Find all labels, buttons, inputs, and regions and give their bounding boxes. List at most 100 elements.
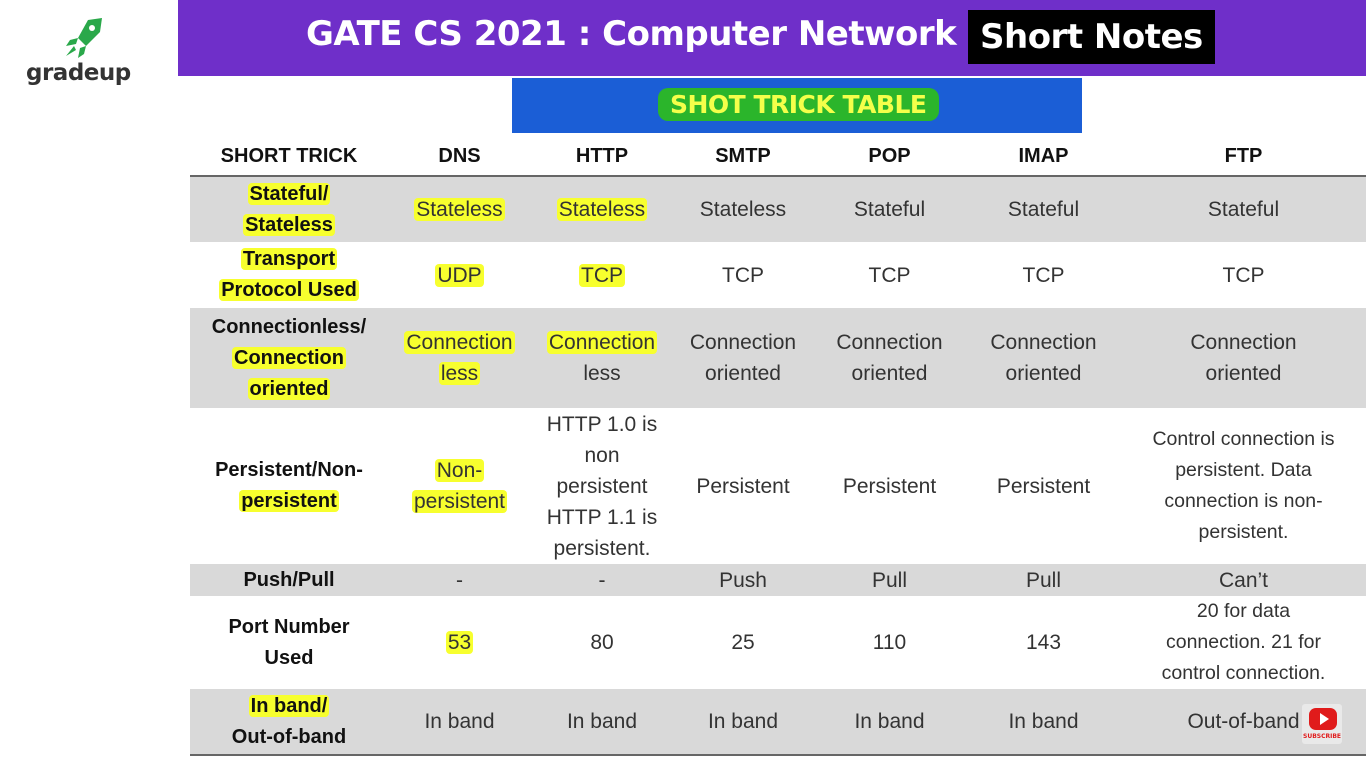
cell-text: non [584, 443, 620, 467]
cell-ftp: Connection oriented [1121, 308, 1366, 408]
cell-smtp: Persistent [673, 408, 813, 564]
cell-text: 25 [731, 631, 755, 654]
table-row: Port Number Used 53 80 25 110 143 20 for… [190, 596, 1366, 689]
cell-http: Stateless [531, 176, 673, 242]
cell-ftp: Stateful [1121, 176, 1366, 242]
short-trick-table: SHORT TRICK DNS HTTP SMTP POP IMAP FTP S… [190, 137, 1366, 756]
cell-text: Stateful [853, 198, 926, 221]
youtube-play-icon [1309, 708, 1337, 730]
cell-imap: Pull [966, 564, 1121, 596]
cell-dns: Non- persistent [388, 408, 531, 564]
cell-text: Persistent [842, 474, 937, 498]
row-label-line: Port Number [228, 615, 350, 638]
header-dns: DNS [388, 137, 531, 177]
brand-name: gradeup [26, 60, 131, 86]
cell-dns: 53 [388, 596, 531, 689]
row-label-line: Stateless [243, 213, 335, 236]
cell-pop: 110 [813, 596, 966, 689]
cell-text: TCP [579, 263, 625, 287]
cell-text: Persistent [696, 474, 790, 498]
cell-ftp: Can’t [1121, 564, 1366, 596]
cell-imap: Stateful [966, 176, 1121, 242]
table-heading: SHOT TRICK TABLE [658, 88, 939, 121]
cell-smtp: Stateless [673, 176, 813, 242]
table-row: Stateful/ Stateless Stateless Stateless … [190, 176, 1366, 242]
cell-text: TCP [722, 263, 764, 287]
cell-text: persistent. [553, 536, 651, 560]
header-pop: POP [813, 137, 966, 177]
cell-text: persistent. [1198, 521, 1289, 543]
row-label-line: Push/Pull [243, 568, 335, 591]
row-label: Connectionless/ Connection oriented [190, 308, 388, 408]
youtube-subscribe-button[interactable]: SUBSCRIBE [1302, 704, 1342, 744]
cell-text: - [456, 568, 463, 592]
cell-text: Stateful [1007, 198, 1080, 221]
cell-pop: Persistent [813, 408, 966, 564]
cell-pop: In band [813, 689, 966, 756]
cell-text: less [438, 362, 481, 385]
table-row: Connectionless/ Connection oriented Conn… [190, 308, 1366, 408]
cell-text: - [598, 568, 606, 592]
row-label-line: Transport [240, 248, 338, 270]
table-row: Persistent/Non- persistent Non- persiste… [190, 408, 1366, 564]
header-short-trick: SHORT TRICK [190, 137, 388, 177]
cell-text: 53 [445, 631, 474, 654]
cell-text: Connection [836, 331, 943, 354]
header-imap: IMAP [966, 137, 1121, 177]
cell-text: Control connection is [1152, 428, 1335, 450]
cell-dns: Connection less [388, 308, 531, 408]
cell-dns: UDP [388, 242, 531, 308]
cell-text: less [583, 362, 621, 385]
banner-badge: Short Notes [968, 10, 1215, 64]
cell-http: HTTP 1.0 is non persistent HTTP 1.1 is p… [531, 408, 673, 564]
row-label-line: Stateful/ [247, 182, 331, 205]
cell-text: TCP [1222, 263, 1265, 287]
cell-http: TCP [531, 242, 673, 308]
cell-text: In band [566, 710, 638, 733]
table-row: Transport Protocol Used UDP TCP TCP TCP … [190, 242, 1366, 308]
row-label-line: Connectionless/ [211, 315, 367, 338]
cell-text: Connection [404, 331, 515, 354]
cell-text: persistent [556, 474, 648, 498]
cell-smtp: Push [673, 564, 813, 596]
banner-title: GATE CS 2021 : Computer Network [306, 14, 957, 54]
gradeup-logo: gradeup [18, 16, 148, 96]
cell-text: In band [1008, 710, 1079, 733]
cell-text: In band [854, 710, 925, 733]
cell-text: Stateless [556, 198, 648, 221]
cell-dns: Stateless [388, 176, 531, 242]
cell-text: Stateful [1207, 198, 1280, 221]
row-label-line: In band/ [248, 694, 330, 717]
row-label: Persistent/Non- persistent [190, 408, 388, 564]
row-label-line: Protocol Used [219, 279, 359, 301]
cell-text: oriented [705, 362, 781, 385]
cell-text: In band [424, 710, 495, 733]
cell-dns: - [388, 564, 531, 596]
cell-text: connection is non- [1164, 490, 1323, 512]
row-label-line: Out-of-band [231, 725, 347, 748]
cell-text: Can’t [1218, 568, 1269, 592]
cell-text: 110 [872, 631, 907, 654]
cell-text: UDP [435, 263, 484, 287]
cell-ftp: TCP [1121, 242, 1366, 308]
cell-imap: TCP [966, 242, 1121, 308]
cell-text: control connection. [1161, 662, 1326, 684]
cell-http: - [531, 564, 673, 596]
cell-text: persistent [411, 490, 508, 513]
cell-http: 80 [531, 596, 673, 689]
cell-smtp: Connection oriented [673, 308, 813, 408]
cell-pop: Connection oriented [813, 308, 966, 408]
table-row: In band/ Out-of-band In band In band In … [190, 689, 1366, 756]
cell-pop: Stateful [813, 176, 966, 242]
cell-text: 80 [590, 631, 614, 654]
cell-text: oriented [851, 362, 928, 385]
table-row: Push/Pull - - Push Pull Pull Can’t [190, 564, 1366, 596]
cell-text: In band [707, 710, 779, 733]
cell-pop: TCP [813, 242, 966, 308]
subscribe-label: SUBSCRIBE [1303, 733, 1342, 740]
cell-smtp: 25 [673, 596, 813, 689]
row-label: Stateful/ Stateless [190, 176, 388, 242]
cell-text: 20 for data [1196, 600, 1291, 622]
cell-text: oriented [1205, 362, 1282, 385]
table-header-row: SHORT TRICK DNS HTTP SMTP POP IMAP FTP [190, 137, 1366, 177]
